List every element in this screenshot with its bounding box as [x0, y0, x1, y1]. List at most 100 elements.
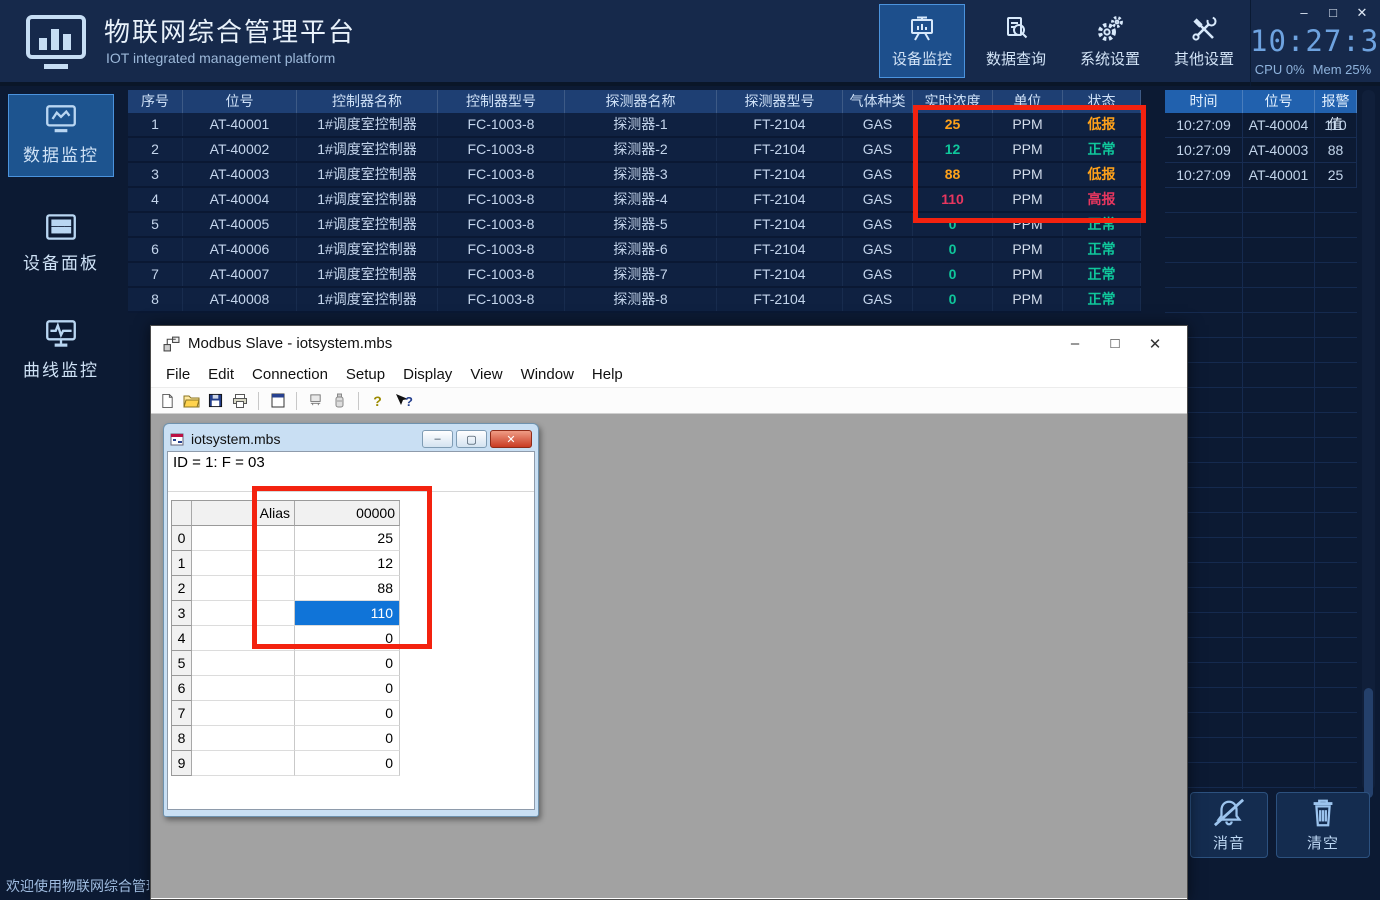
- cell-register-value[interactable]: 12: [295, 551, 400, 576]
- mbs-doc-title-bar[interactable]: iotsystem.mbs – ▢ ✕: [167, 427, 535, 451]
- cell-value: 0: [913, 263, 993, 286]
- cell-register-value[interactable]: 0: [295, 726, 400, 751]
- help-icon[interactable]: ?: [369, 392, 386, 409]
- row-header[interactable]: 5: [172, 651, 192, 676]
- scrollbar-thumb[interactable]: [1364, 688, 1373, 798]
- cell-controller: 1#调度室控制器: [297, 188, 438, 211]
- minimize-icon[interactable]: –: [1055, 335, 1095, 353]
- alarm-row[interactable]: 10:27:09 AT-40001 25: [1165, 163, 1357, 188]
- new-file-icon[interactable]: [159, 392, 176, 409]
- row-header[interactable]: 0: [172, 526, 192, 551]
- display-setup-icon[interactable]: [269, 392, 286, 409]
- nav-system-settings-button[interactable]: 系统设置: [1067, 4, 1153, 78]
- cell-status: 正常: [1063, 213, 1141, 236]
- alias-column-header[interactable]: Alias: [192, 501, 295, 526]
- cell-value: 110: [1315, 113, 1357, 137]
- alarm-row[interactable]: 10:27:09 AT-40003 88: [1165, 138, 1357, 163]
- minimize-icon[interactable]: –: [1296, 5, 1312, 21]
- alarm-row[interactable]: 10:27:09 AT-40004 110: [1165, 113, 1357, 138]
- table-row[interactable]: 3 AT-40003 1#调度室控制器 FC-1003-8 探测器-3 FT-2…: [128, 163, 1141, 188]
- cell-alias[interactable]: [192, 526, 295, 551]
- cell-alias[interactable]: [192, 601, 295, 626]
- nav-other-settings-button[interactable]: 其他设置: [1161, 4, 1247, 78]
- value-column-header[interactable]: 00000: [295, 501, 400, 526]
- modbus-title-bar[interactable]: Modbus Slave - iotsystem.mbs – □ ✕: [151, 326, 1187, 361]
- row-header[interactable]: 7: [172, 701, 192, 726]
- cell-alias[interactable]: [192, 676, 295, 701]
- minimize-icon[interactable]: –: [422, 430, 453, 448]
- cell-alias[interactable]: [192, 701, 295, 726]
- read-definition-icon[interactable]: [307, 392, 324, 409]
- table-row[interactable]: 4 AT-40004 1#调度室控制器 FC-1003-8 探测器-4 FT-2…: [128, 188, 1141, 213]
- nav-data-query-button[interactable]: 数据查询: [973, 4, 1059, 78]
- cell-alias[interactable]: [192, 576, 295, 601]
- cell-register-value[interactable]: 110: [295, 601, 400, 626]
- mute-button[interactable]: 消音: [1190, 792, 1268, 858]
- cell-gas: GAS: [843, 288, 913, 311]
- toolbar-separator: [258, 392, 259, 410]
- cell-register-value[interactable]: 0: [295, 676, 400, 701]
- close-icon[interactable]: ✕: [1354, 5, 1370, 21]
- table-row[interactable]: 8 AT-40008 1#调度室控制器 FC-1003-8 探测器-8 FT-2…: [128, 288, 1141, 313]
- register-grid: Alias 00000 0 25 1 12 2 88 3 110: [171, 500, 400, 776]
- cell-register-value[interactable]: 0: [295, 651, 400, 676]
- row-header[interactable]: 3: [172, 601, 192, 626]
- row-header[interactable]: 8: [172, 726, 192, 751]
- cell-alias[interactable]: [192, 626, 295, 651]
- cell-register-value[interactable]: 0: [295, 701, 400, 726]
- maximize-icon[interactable]: ▢: [456, 430, 487, 448]
- print-icon[interactable]: [231, 392, 248, 409]
- modbus-window-title: Modbus Slave - iotsystem.mbs: [188, 335, 392, 352]
- cell-detector-model: FT-2104: [717, 238, 843, 261]
- cell-alias[interactable]: [192, 751, 295, 776]
- row-header[interactable]: 6: [172, 676, 192, 701]
- vertical-scrollbar[interactable]: [1362, 90, 1375, 790]
- cell-controller-model: FC-1003-8: [438, 263, 565, 286]
- scan-id-icon[interactable]: [331, 392, 348, 409]
- close-icon[interactable]: ✕: [490, 430, 532, 448]
- cell-gas: GAS: [843, 238, 913, 261]
- open-file-icon[interactable]: [183, 392, 200, 409]
- cell-register-value[interactable]: 0: [295, 751, 400, 776]
- cell-alias[interactable]: [192, 726, 295, 751]
- menu-edit[interactable]: Edit: [199, 366, 243, 383]
- close-icon[interactable]: ✕: [1135, 335, 1175, 353]
- cell-register-value[interactable]: 25: [295, 526, 400, 551]
- cell-controller: 1#调度室控制器: [297, 138, 438, 161]
- table-row[interactable]: 2 AT-40002 1#调度室控制器 FC-1003-8 探测器-2 FT-2…: [128, 138, 1141, 163]
- sidebar-item-data-monitor[interactable]: 数据监控: [8, 94, 114, 177]
- row-header[interactable]: 9: [172, 751, 192, 776]
- device-monitor-icon: [907, 14, 937, 44]
- cell-gas: GAS: [843, 188, 913, 211]
- clear-button[interactable]: 清空: [1276, 792, 1370, 858]
- cell-unit: PPM: [993, 138, 1063, 161]
- table-row[interactable]: 5 AT-40005 1#调度室控制器 FC-1003-8 探测器-5 FT-2…: [128, 213, 1141, 238]
- save-icon[interactable]: [207, 392, 224, 409]
- menu-window[interactable]: Window: [512, 366, 583, 383]
- row-header[interactable]: 2: [172, 576, 192, 601]
- cell-alias[interactable]: [192, 651, 295, 676]
- row-header[interactable]: 1: [172, 551, 192, 576]
- context-help-icon[interactable]: ?: [393, 392, 415, 409]
- table-row[interactable]: 1 AT-40001 1#调度室控制器 FC-1003-8 探测器-1 FT-2…: [128, 113, 1141, 138]
- cell-detector-model: FT-2104: [717, 163, 843, 186]
- menu-help[interactable]: Help: [583, 366, 632, 383]
- cell-register-value[interactable]: 88: [295, 576, 400, 601]
- menu-display[interactable]: Display: [394, 366, 461, 383]
- menu-setup[interactable]: Setup: [337, 366, 394, 383]
- menu-file[interactable]: File: [157, 366, 199, 383]
- menu-view[interactable]: View: [461, 366, 511, 383]
- menu-connection[interactable]: Connection: [243, 366, 337, 383]
- maximize-icon[interactable]: □: [1095, 335, 1135, 353]
- maximize-icon[interactable]: □: [1325, 5, 1341, 21]
- sidebar-item-device-panel[interactable]: 设备面板: [8, 203, 114, 284]
- cell-alias[interactable]: [192, 551, 295, 576]
- cell-value: 0: [913, 288, 993, 311]
- col-header: 序号: [128, 90, 183, 113]
- nav-device-monitor-button[interactable]: 设备监控: [879, 4, 965, 78]
- sidebar-item-curve-monitor[interactable]: 曲线监控: [8, 310, 114, 391]
- table-row[interactable]: 6 AT-40006 1#调度室控制器 FC-1003-8 探测器-6 FT-2…: [128, 238, 1141, 263]
- table-row[interactable]: 7 AT-40007 1#调度室控制器 FC-1003-8 探测器-7 FT-2…: [128, 263, 1141, 288]
- cell-register-value[interactable]: 0: [295, 626, 400, 651]
- row-header[interactable]: 4: [172, 626, 192, 651]
